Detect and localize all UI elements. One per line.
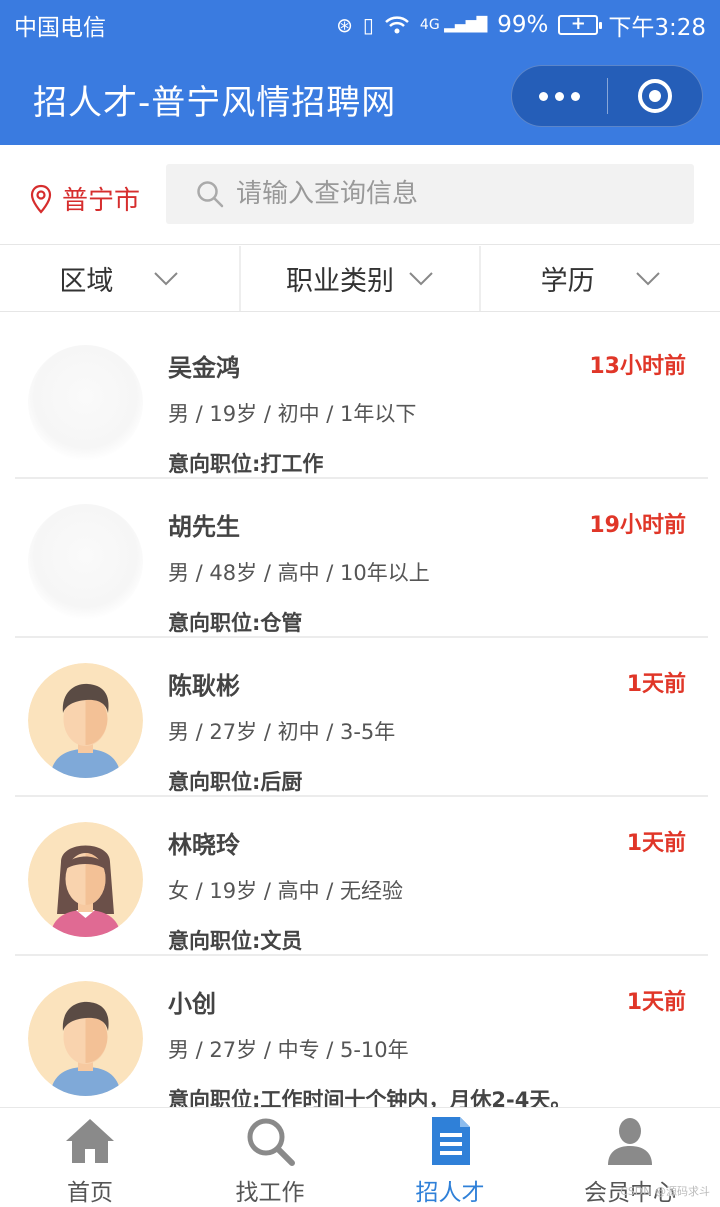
- candidate-name: 小创: [168, 990, 216, 1018]
- post-time: 1天前: [626, 831, 686, 856]
- filter-label: 学历: [540, 266, 595, 297]
- blank-avatar: [28, 504, 143, 619]
- search-row: 普宁市: [0, 145, 720, 245]
- more-button[interactable]: [512, 65, 607, 127]
- tab-label: 招人才: [415, 1180, 485, 1206]
- filter-label: 职业类别: [286, 266, 394, 297]
- female-avatar-icon: [28, 822, 143, 937]
- more-dot-icon: [554, 91, 564, 101]
- candidate-name: 吴金鸿: [168, 354, 240, 382]
- status-bar: 中国电信 ⊛ ▯ 4G ▂▄▆█ 99% + 下午3:28: [0, 0, 720, 50]
- carrier-label: 中国电信: [14, 15, 106, 41]
- watermark: CSDN @源码求斗: [620, 1185, 710, 1198]
- tab-label: 找工作: [235, 1180, 305, 1206]
- job-value: 文员: [260, 929, 303, 953]
- filter-job-category[interactable]: 职业类别: [241, 246, 482, 311]
- chevron-down-icon: [409, 271, 433, 285]
- job-label: 意向职位:: [168, 770, 261, 794]
- filter-bar: 区域 职业类别 学历: [0, 246, 720, 312]
- more-dot-icon: [570, 91, 580, 101]
- candidate-meta: 男 / 48岁 / 高中 / 10年以上: [168, 561, 430, 585]
- more-dot-icon: [538, 91, 548, 101]
- list-item[interactable]: 陈耿彬 1天前 男 / 27岁 / 初中 / 3-5年 意向职位:后厨: [0, 638, 720, 797]
- title-bar: 招人才-普宁风情招聘网: [0, 55, 720, 143]
- city-label: 普宁市: [62, 186, 141, 216]
- post-time: 1天前: [626, 672, 686, 697]
- location-pin-icon: [30, 184, 52, 214]
- alarm-icon: ⊛: [336, 13, 353, 37]
- network-type: 4G: [419, 17, 440, 33]
- user-icon: [608, 1118, 652, 1165]
- tab-find-job[interactable]: 找工作: [180, 1108, 360, 1207]
- battery-percent: 99%: [497, 12, 549, 38]
- tab-label: 首页: [67, 1180, 113, 1206]
- tab-home[interactable]: 首页: [0, 1108, 180, 1207]
- chevron-down-icon: [635, 271, 660, 285]
- candidate-name: 胡先生: [168, 513, 240, 541]
- search-icon: [247, 1118, 295, 1166]
- tab-bar: 首页 找工作 招人才 会员中心 CSDN @源码求斗: [0, 1107, 720, 1207]
- male-avatar-icon: [28, 663, 143, 778]
- desired-job: 意向职位:打工作: [168, 448, 323, 478]
- top-bar: 中国电信 ⊛ ▯ 4G ▂▄▆█ 99% + 下午3:28 招人才-普宁风情招聘…: [0, 0, 720, 145]
- post-time: 13小时前: [589, 354, 686, 379]
- job-label: 意向职位:: [168, 611, 261, 635]
- job-label: 意向职位:: [168, 452, 261, 476]
- candidate-name: 陈耿彬: [168, 672, 240, 700]
- clock: 下午3:28: [608, 15, 706, 41]
- search-icon: [197, 181, 224, 208]
- male-avatar-icon: [28, 981, 143, 1096]
- candidate-list: 吴金鸿 13小时前 男 / 19岁 / 初中 / 1年以下 意向职位:打工作 胡…: [0, 320, 720, 1115]
- list-item[interactable]: 林晓玲 1天前 女 / 19岁 / 高中 / 无经验 意向职位:文员: [0, 797, 720, 956]
- miniprogram-capsule: [511, 65, 703, 127]
- job-value: 仓管: [260, 611, 303, 635]
- target-icon: [637, 79, 672, 113]
- wifi-icon: [385, 16, 409, 34]
- signal-icon: 4G ▂▄▆█: [419, 17, 488, 33]
- city-selector[interactable]: 普宁市: [30, 180, 140, 217]
- candidate-name: 林晓玲: [168, 831, 240, 859]
- post-time: 1天前: [626, 990, 686, 1015]
- home-icon: [66, 1119, 114, 1163]
- list-item[interactable]: 吴金鸿 13小时前 男 / 19岁 / 初中 / 1年以下 意向职位:打工作: [0, 320, 720, 479]
- filter-education[interactable]: 学历: [481, 246, 720, 311]
- list-item[interactable]: 小创 1天前 男 / 27岁 / 中专 / 5-10年 意向职位:工作时间十个钟…: [0, 956, 720, 1115]
- close-miniprogram-button[interactable]: [608, 65, 703, 127]
- list-item[interactable]: 胡先生 19小时前 男 / 48岁 / 高中 / 10年以上 意向职位:仓管: [0, 479, 720, 638]
- blank-avatar: [28, 345, 143, 460]
- desired-job: 意向职位:文员: [168, 925, 302, 955]
- battery-icon: +: [558, 13, 603, 35]
- job-label: 意向职位:: [168, 929, 261, 953]
- tab-recruit[interactable]: 招人才: [360, 1108, 540, 1207]
- chevron-down-icon: [154, 271, 179, 285]
- candidate-meta: 男 / 27岁 / 初中 / 3-5年: [168, 720, 396, 744]
- document-icon: [432, 1117, 470, 1165]
- candidate-meta: 男 / 19岁 / 初中 / 1年以下: [168, 402, 417, 426]
- vibrate-icon: ▯: [362, 13, 374, 37]
- search-box[interactable]: [166, 164, 694, 224]
- filter-region[interactable]: 区域: [0, 246, 241, 311]
- desired-job: 意向职位:仓管: [168, 607, 302, 637]
- candidate-meta: 男 / 27岁 / 中专 / 5-10年: [168, 1038, 409, 1062]
- job-value: 后厨: [260, 770, 303, 794]
- filter-label: 区域: [59, 266, 114, 297]
- candidate-meta: 女 / 19岁 / 高中 / 无经验: [168, 879, 403, 903]
- search-input[interactable]: [236, 179, 676, 209]
- status-indicators: ⊛ ▯ 4G ▂▄▆█ 99% + 下午3:28: [336, 8, 706, 42]
- post-time: 19小时前: [589, 513, 686, 538]
- page-title: 招人才-普宁风情招聘网: [33, 83, 397, 123]
- job-value: 打工作: [260, 452, 324, 476]
- desired-job: 意向职位:后厨: [168, 766, 302, 796]
